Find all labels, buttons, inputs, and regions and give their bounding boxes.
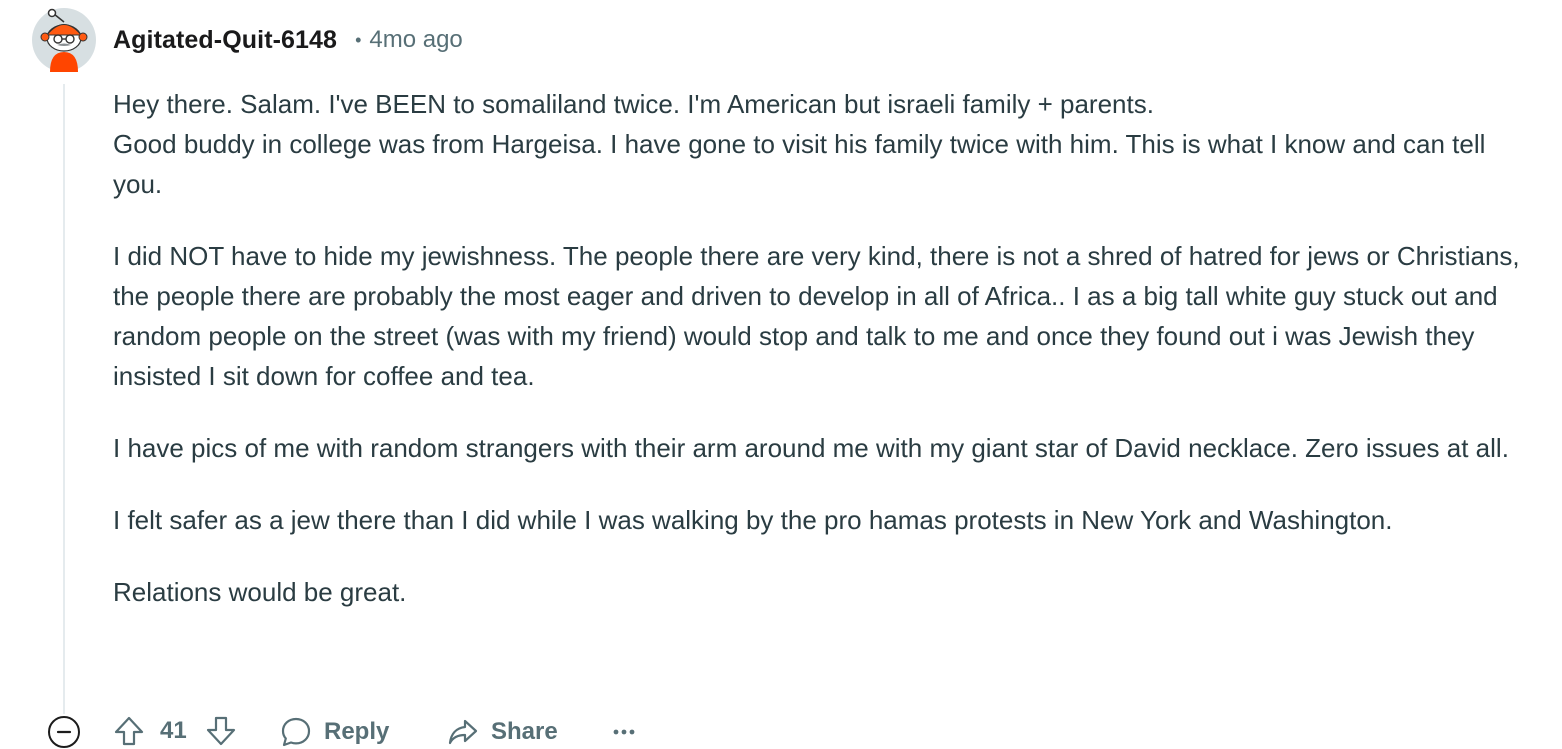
comment-paragraph: I felt safer as a jew there than I did w… (113, 505, 1393, 535)
collapse-minus-icon (48, 716, 80, 748)
comment-paragraph: I have pics of me with random strangers … (113, 433, 1509, 463)
upvote-button[interactable] (112, 714, 146, 748)
comment-paragraph: Hey there. Salam. I've BEEN to somalilan… (113, 89, 1486, 199)
reply-button[interactable]: Reply (280, 716, 389, 748)
speech-bubble-icon (281, 717, 311, 747)
comment-header: Agitated-Quit-6148 • 4mo ago (113, 22, 463, 58)
author-name[interactable]: Agitated-Quit-6148 (113, 26, 337, 55)
comment-body: Hey there. Salam. I've BEEN to somalilan… (113, 84, 1533, 644)
downvote-button[interactable] (204, 714, 238, 748)
more-options-button[interactable] (612, 720, 636, 744)
share-arrow-icon (448, 719, 478, 745)
share-label: Share (491, 718, 558, 745)
thread-line[interactable] (63, 84, 65, 714)
comment-action-bar: 41 Reply Share (0, 708, 1562, 748)
snoo-avatar-icon (32, 8, 96, 72)
avatar[interactable] (32, 8, 96, 72)
ellipsis-icon (613, 729, 635, 735)
comment-paragraph: Relations would be great. (113, 577, 407, 607)
comment-paragraph: I did NOT have to hide my jewishness. Th… (113, 241, 1520, 391)
upvote-arrow-icon (114, 716, 144, 746)
reply-label: Reply (324, 718, 390, 745)
share-button[interactable]: Share (447, 716, 558, 748)
separator-dot: • (355, 29, 362, 50)
collapse-button[interactable] (47, 715, 81, 749)
vote-count: 41 (160, 717, 187, 744)
downvote-arrow-icon (206, 716, 236, 746)
comment-timestamp[interactable]: 4mo ago (369, 26, 462, 54)
